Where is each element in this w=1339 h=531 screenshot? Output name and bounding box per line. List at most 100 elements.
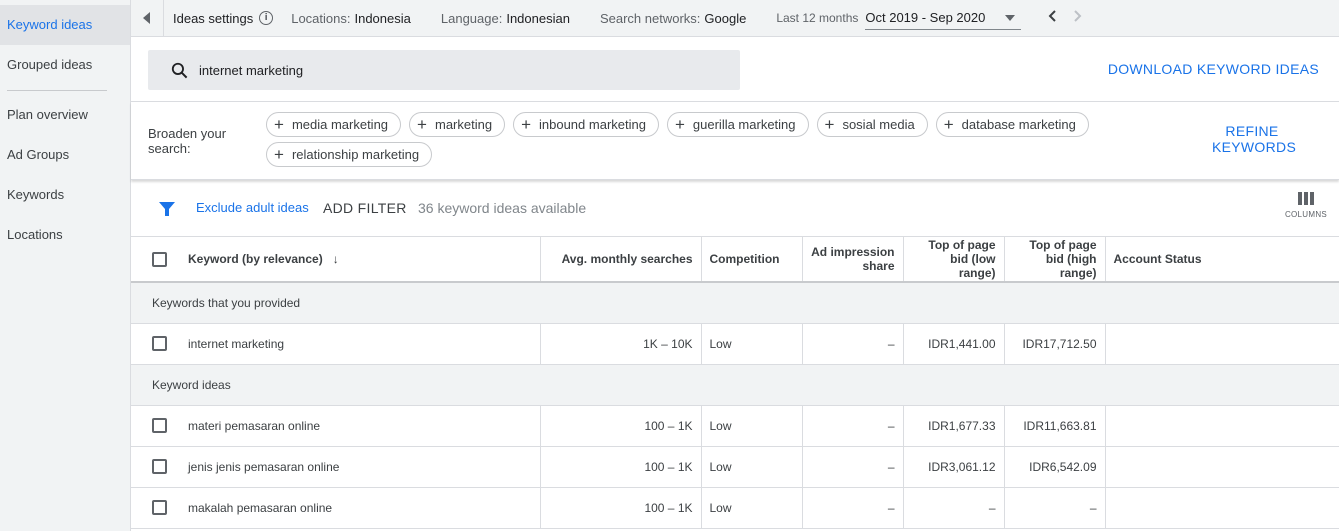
ideas-settings-button[interactable]: Ideas settings i [173,10,274,26]
info-icon[interactable]: i [259,11,274,25]
broaden-chips: + media marketing + marketing + inbound mar… [266,112,1126,167]
left-nav-sidebar: Keyword ideas Grouped ideas Plan overvie… [0,0,131,531]
cell-competition: Low [701,487,803,529]
header-keyword-label: Keyword (by relevance) [188,252,323,266]
cell-account-status [1105,323,1339,365]
nav-keywords[interactable]: Keywords [0,175,130,215]
section-provided-label: Keywords that you provided [131,282,1339,324]
search-networks-label: Search networks: [599,10,701,26]
prev-period-icon[interactable] [1039,9,1065,27]
header-keyword[interactable]: Keyword (by relevance) ↓ [179,237,541,283]
locations-setting[interactable]: Locations: Indonesia [291,11,411,26]
cell-avg-searches: 100 – 1K [540,405,702,447]
plus-icon: + [274,145,284,164]
cell-competition: Low [701,405,803,447]
plus-icon: + [417,115,427,134]
refine-keywords-button[interactable]: REFINE KEYWORDS [1212,123,1296,155]
row-checkbox[interactable] [152,500,167,516]
broaden-chip[interactable]: + guerilla marketing [666,112,809,137]
date-range-setting: Last 12 months Oct 2019 - Sep 2020 [776,6,1022,30]
cell-competition: Low [701,446,803,488]
row-checkbox-cell [131,405,179,447]
columns-icon [1283,192,1329,205]
date-range-value: Oct 2019 - Sep 2020 [865,10,986,25]
chip-label: media marketing [291,117,389,132]
plus-icon: + [824,115,835,134]
nav-grouped-ideas[interactable]: Grouped ideas [0,45,130,85]
date-range-select[interactable]: Oct 2019 - Sep 2020 [865,6,1022,30]
nav-keyword-ideas[interactable]: Keyword ideas [0,5,130,45]
locations-value: Indonesia [354,10,411,26]
cell-bid-high: IDR17,712.50 [1004,323,1106,365]
language-setting[interactable]: Language: Indonesian [441,11,570,26]
period-label: Last 12 months [776,11,859,25]
broaden-chip[interactable]: + database marketing [935,112,1089,137]
search-networks-value: Google [704,10,747,26]
header-competition[interactable]: Competition [701,237,803,283]
collapse-sidebar-button[interactable] [131,0,164,37]
plus-icon: + [274,115,284,134]
exclude-adult-ideas-filter[interactable]: Exclude adult ideas [196,200,309,215]
cell-keyword: jenis jenis pemasaran online [179,446,541,488]
broaden-chip[interactable]: + media marketing [266,112,402,137]
ideas-settings-label: Ideas settings [173,10,254,26]
row-checkbox[interactable] [152,418,167,434]
chip-label: inbound marketing [539,117,646,132]
broaden-chip[interactable]: + relationship marketing [266,142,433,167]
header-avg-monthly-searches[interactable]: Avg. monthly searches [540,237,702,283]
keyword-search-box[interactable] [148,50,740,90]
columns-button[interactable]: COLUMNS [1283,192,1329,219]
columns-label: COLUMNS [1284,210,1328,219]
cell-bid-high: IDR6,542.09 [1004,446,1106,488]
add-filter-button[interactable]: ADD FILTER [323,200,407,216]
sort-down-arrow-icon: ↓ [332,252,339,266]
select-all-checkbox[interactable] [152,251,167,267]
dropdown-arrow-icon [1005,14,1016,21]
broaden-search-label: Broaden your search: [148,126,227,156]
row-checkbox-cell [131,487,179,529]
cell-bid-low: IDR1,677.33 [903,405,1005,447]
cell-keyword: materi pemasaran online [179,405,541,447]
row-checkbox-cell [131,446,179,488]
broaden-chip[interactable]: + marketing [409,112,506,137]
row-checkbox[interactable] [152,459,167,475]
header-bid-low[interactable]: Top of page bid (low range) [903,237,1005,283]
row-checkbox[interactable] [152,336,167,352]
cell-impression-share: – [802,446,904,488]
nav-ad-groups[interactable]: Ad Groups [0,135,130,175]
header-bid-high[interactable]: Top of page bid (high range) [1004,237,1106,283]
cell-account-status [1105,446,1339,488]
plus-icon: + [943,115,954,134]
keyword-ideas-table: Keyword (by relevance) ↓ Avg. monthly sea… [131,237,1339,529]
cell-avg-searches: 100 – 1K [540,487,702,529]
language-label: Language: [440,10,503,26]
cell-impression-share: – [802,405,904,447]
table-row: makalah pemasaran online 100 – 1K Low – … [131,487,1339,529]
next-period-icon[interactable] [1065,9,1091,27]
keyword-search-input[interactable] [199,62,699,78]
broaden-chip[interactable]: + inbound marketing [513,112,659,137]
nav-locations[interactable]: Locations [0,215,130,255]
search-networks-setting[interactable]: Search networks: Google [600,11,746,26]
cell-avg-searches: 1K – 10K [540,323,702,365]
language-value: Indonesian [506,10,570,26]
search-icon [171,62,188,78]
broaden-chip[interactable]: + sosial media [816,112,928,137]
cell-impression-share: – [802,323,904,365]
table-row: materi pemasaran online 100 – 1K Low – I… [131,405,1339,447]
nav-plan-overview[interactable]: Plan overview [0,95,130,135]
table-header-row: Keyword (by relevance) ↓ Avg. monthly sea… [131,237,1339,283]
download-keyword-ideas-button[interactable]: DOWNLOAD KEYWORD IDEAS [1108,61,1319,77]
triangle-left-icon [143,12,150,24]
plus-icon: + [674,115,685,134]
cell-avg-searches: 100 – 1K [540,446,702,488]
cell-bid-high: IDR11,663.81 [1004,405,1106,447]
header-account-status[interactable]: Account Status [1105,237,1339,283]
header-ad-impression-share[interactable]: Ad impression share [802,237,904,283]
broaden-search-row: Broaden your search: + media marketing + m… [131,102,1339,180]
chip-label: relationship marketing [291,147,420,162]
keyword-search-row: DOWNLOAD KEYWORD IDEAS [131,37,1339,102]
cell-impression-share: – [802,487,904,529]
cell-competition: Low [701,323,803,365]
filter-icon[interactable] [158,200,176,218]
